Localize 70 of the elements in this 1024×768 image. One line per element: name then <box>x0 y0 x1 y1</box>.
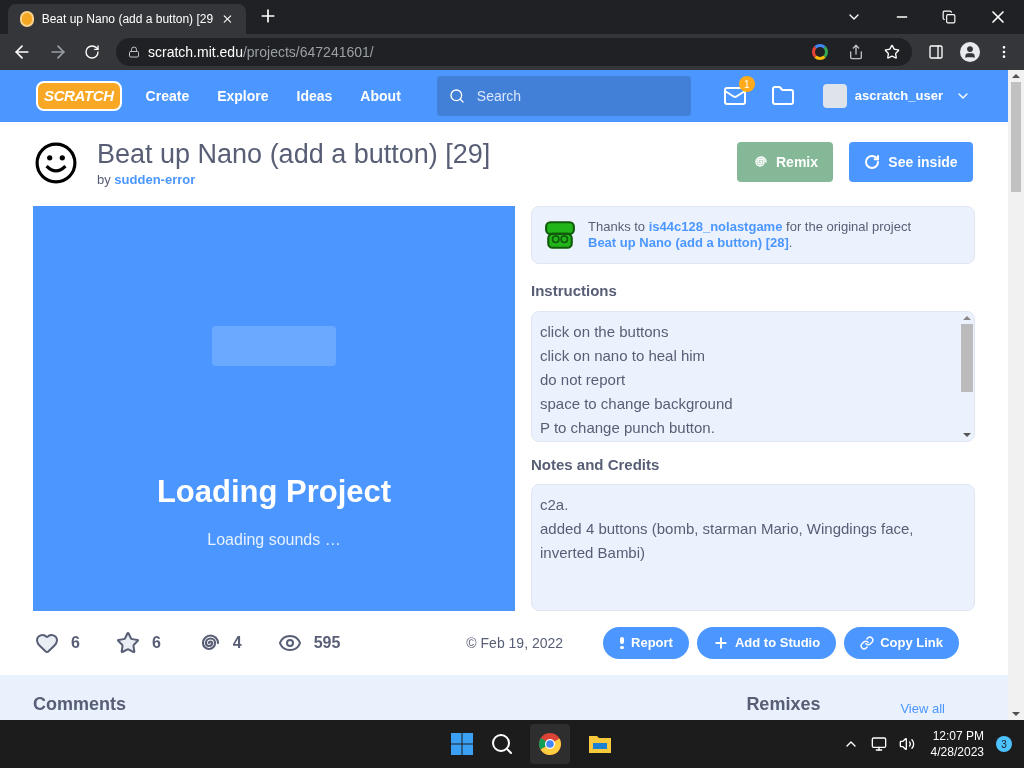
action-button[interactable]: Copy Link <box>844 627 959 659</box>
search-icon[interactable] <box>490 732 514 756</box>
exclamation-icon <box>619 637 626 649</box>
search-field[interactable]: Search <box>436 76 691 116</box>
nav-link[interactable]: Create <box>145 85 190 107</box>
arrows-icon <box>864 154 881 170</box>
by-label: by <box>97 172 111 187</box>
nav-link[interactable]: About <box>360 85 401 107</box>
star-icon[interactable] <box>115 631 140 655</box>
share-date: © Feb 19, 2022 <box>466 633 564 653</box>
lock-icon <box>128 46 140 58</box>
instruction-line: do not report <box>540 369 627 390</box>
comments-heading: Comments <box>33 693 126 716</box>
loading-detail: Loading sounds … <box>207 529 341 550</box>
nav-link[interactable]: Explore <box>217 85 269 107</box>
tab-title: Beat up Nano (add a button) [29 <box>41 11 214 28</box>
clock-time[interactable]: 12:07 PM <box>932 728 984 744</box>
loading-title: Loading Project <box>156 473 392 511</box>
project-title: Beat up Nano (add a button) [29] <box>97 138 491 170</box>
see-inside-button[interactable]: See inside <box>849 142 973 182</box>
windows-icon[interactable] <box>450 732 474 756</box>
instruction-line: click on nano to heal him <box>540 345 707 366</box>
remix-credit-text: Thanks to is44c128_nolastgame for the original project Beat up Nano (add a button) [28]. <box>588 219 912 251</box>
author-link[interactable]: sudden-error <box>114 172 196 187</box>
profile-icon[interactable] <box>960 42 980 62</box>
side-panel-icon[interactable] <box>928 44 944 60</box>
stat-count: 6 <box>71 633 80 653</box>
action-button[interactable]: Add to Studio <box>696 627 837 659</box>
stat-count: 595 <box>313 633 341 653</box>
remix-button[interactable]: Remix <box>737 142 833 182</box>
nav-link[interactable]: Ideas <box>296 85 333 107</box>
username[interactable]: ascratch_user <box>854 86 943 106</box>
heart-icon[interactable] <box>35 631 59 655</box>
message-count-badge: 1 <box>738 76 755 92</box>
instruction-line: click on the buttons <box>540 321 670 342</box>
instructions-heading: Instructions <box>531 281 618 301</box>
page-scrollbar[interactable] <box>1008 70 1024 720</box>
clock-date[interactable]: 4/28/2023 <box>930 744 984 760</box>
notes-line: c2a. <box>540 495 570 515</box>
address-field[interactable]: scratch.mit.edu/projects/647241601/ <box>116 38 912 66</box>
share-icon[interactable] <box>848 44 864 60</box>
search-placeholder: Search <box>476 86 522 106</box>
search-icon <box>448 88 465 104</box>
browser-icon <box>538 732 562 756</box>
loading-block-icon <box>212 326 336 366</box>
bookmark-icon[interactable] <box>884 44 900 60</box>
url-text: scratch.mit.edu/projects/647241601/ <box>148 42 374 62</box>
instruction-line: P to change punch button. <box>540 417 716 438</box>
notes-line: added 4 buttons (bomb, starman Mario, Wingdings face, inverted Bambi) <box>540 519 915 563</box>
browser-tab[interactable]: Beat up Nano (add a button) [29 <box>8 4 246 34</box>
stat-count: 6 <box>151 633 161 653</box>
sprite-icon <box>544 219 576 251</box>
action-button[interactable]: Report <box>603 627 689 659</box>
restore-icon[interactable] <box>942 10 956 24</box>
spiral-icon <box>752 154 768 170</box>
stat-count: 4 <box>232 633 242 653</box>
reload-icon[interactable] <box>84 44 100 60</box>
network-icon[interactable] <box>870 736 887 752</box>
scratch-logo[interactable]: SCRATCH <box>36 80 122 112</box>
notification-badge[interactable]: 3 <box>996 736 1012 752</box>
volume-icon[interactable] <box>898 736 915 752</box>
chrome-taskbar-button[interactable] <box>530 724 570 764</box>
link-icon <box>860 636 875 650</box>
notes-heading: Notes and Credits <box>531 454 661 475</box>
instruction-line: space to change background <box>540 393 734 414</box>
avatar <box>822 84 847 108</box>
smiley-icon <box>35 142 77 184</box>
plus-icon <box>712 635 729 651</box>
remixes-heading: Remixes <box>746 693 821 716</box>
view-all-link[interactable]: View all <box>900 698 945 718</box>
